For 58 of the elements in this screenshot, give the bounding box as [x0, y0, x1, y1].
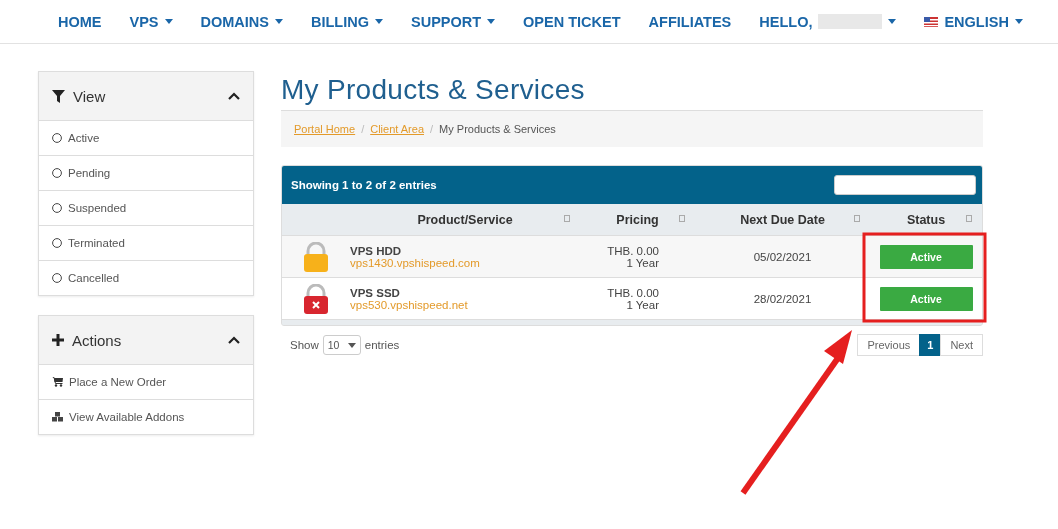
- length-prefix: Show: [290, 339, 319, 351]
- nav-link[interactable]: DOMAINS: [190, 13, 293, 30]
- sidebar-item[interactable]: View Available Addons: [39, 400, 253, 434]
- plus-icon: [52, 334, 64, 346]
- due-date: 28/02/2021: [753, 292, 812, 305]
- nav-link[interactable]: AFFILIATES: [638, 13, 742, 30]
- breadcrumb-current: My Products & Services: [439, 123, 556, 135]
- price-text: THB. 0.00: [607, 286, 659, 299]
- product-name: VPS HDD: [350, 244, 402, 257]
- radio-button[interactable]: [52, 203, 62, 213]
- length-suffix: entries: [364, 339, 400, 351]
- sort-icon: [854, 215, 860, 222]
- billing-cycle: 1 Year: [626, 298, 659, 311]
- radio-button[interactable]: [52, 168, 62, 178]
- pagination-button[interactable]: Next: [940, 334, 983, 356]
- filter-icon: [52, 89, 65, 103]
- cart-icon: [52, 377, 63, 387]
- sidebar-item[interactable]: Suspended: [39, 191, 253, 226]
- radio-button[interactable]: [52, 133, 62, 143]
- status-badge: Active: [879, 244, 973, 269]
- pagination-button[interactable]: Previous: [857, 334, 921, 356]
- status-badge: Active: [879, 286, 973, 311]
- page-size-select[interactable]: 10: [322, 335, 361, 355]
- due-date: 05/02/2021: [753, 250, 812, 263]
- nav-link[interactable]: HOME: [48, 13, 112, 30]
- collapse-icon[interactable]: [228, 92, 240, 100]
- breadcrumb-separator: /: [430, 123, 434, 135]
- lock-icon: [303, 241, 329, 272]
- sort-icon: [564, 215, 570, 222]
- nav-link[interactable]: ENGLISH: [914, 13, 1033, 30]
- nav-link[interactable]: OPEN TICKET: [513, 13, 631, 30]
- sidebar-item[interactable]: Pending: [39, 156, 253, 191]
- entries-info: Showing 1 to 2 of 2 entries: [291, 179, 437, 191]
- product-name: VPS SSD: [350, 286, 400, 299]
- sidebar-item[interactable]: Cancelled: [39, 261, 253, 295]
- dropdown-icon: [347, 342, 356, 348]
- pagination-button[interactable]: 1: [919, 334, 942, 356]
- sort-icon: [679, 215, 685, 222]
- collapse-icon[interactable]: [228, 336, 240, 344]
- sidebar-item[interactable]: Place a New Order: [39, 365, 253, 400]
- sidebar-item[interactable]: Terminated: [39, 226, 253, 261]
- flag-icon: [924, 16, 939, 27]
- panel-title: View: [73, 87, 107, 105]
- radio-button[interactable]: [52, 273, 62, 283]
- sidebar-item[interactable]: Active: [39, 121, 253, 156]
- billing-cycle: 1 Year: [626, 256, 659, 269]
- nav-link[interactable]: SUPPORT: [401, 13, 506, 30]
- panel-title: Actions: [72, 331, 123, 349]
- radio-button[interactable]: [52, 238, 62, 248]
- nav-link[interactable]: BILLING: [301, 13, 393, 30]
- nav-link[interactable]: HELLO,: [749, 13, 907, 30]
- sort-icon: [966, 215, 972, 222]
- nav-link[interactable]: VPS: [119, 13, 183, 30]
- price-text: THB. 0.00: [607, 244, 659, 257]
- breadcrumb-separator: /: [361, 123, 365, 135]
- cubes-icon: [52, 412, 63, 422]
- search-field[interactable]: [834, 175, 976, 195]
- error-lock-icon: [303, 283, 329, 314]
